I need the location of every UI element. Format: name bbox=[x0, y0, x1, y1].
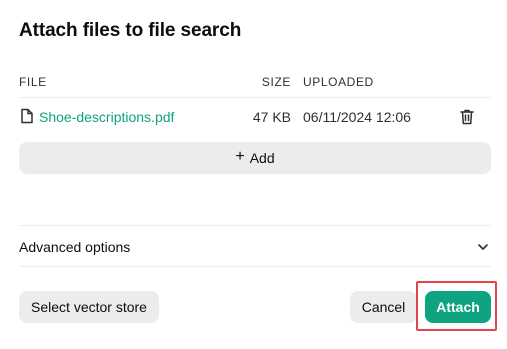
trash-icon[interactable] bbox=[459, 108, 475, 126]
select-vector-store-button[interactable]: Select vector store bbox=[19, 291, 159, 323]
attach-files-dialog: Attach files to file search FILE SIZE UP… bbox=[0, 0, 507, 349]
file-table-header: FILE SIZE UPLOADED bbox=[19, 75, 491, 91]
cancel-button[interactable]: Cancel bbox=[350, 291, 417, 323]
table-row: Shoe-descriptions.pdf 47 KB 06/11/2024 1… bbox=[19, 106, 491, 128]
advanced-bottom-divider bbox=[19, 266, 491, 267]
advanced-options-label: Advanced options bbox=[19, 239, 131, 255]
column-header-size: SIZE bbox=[261, 75, 291, 89]
file-size: 47 KB bbox=[252, 109, 291, 125]
dialog-title: Attach files to file search bbox=[19, 20, 242, 41]
attach-button[interactable]: Attach bbox=[425, 291, 491, 323]
plus-icon: + bbox=[235, 148, 245, 165]
add-file-button[interactable]: + Add bbox=[19, 142, 491, 174]
column-header-file: FILE bbox=[19, 75, 47, 89]
header-divider bbox=[19, 97, 491, 98]
advanced-options-toggle[interactable]: Advanced options bbox=[19, 226, 491, 266]
chevron-down-icon bbox=[477, 240, 489, 252]
file-icon bbox=[20, 108, 34, 124]
add-button-label: Add bbox=[249, 150, 275, 166]
file-name-link[interactable]: Shoe-descriptions.pdf bbox=[39, 109, 174, 125]
column-header-uploaded: UPLOADED bbox=[303, 75, 374, 89]
file-uploaded-date: 06/11/2024 12:06 bbox=[303, 109, 411, 125]
